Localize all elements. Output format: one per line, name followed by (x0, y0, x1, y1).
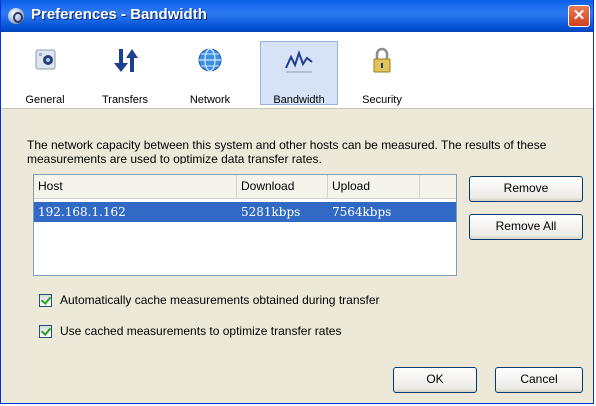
hosts-list-header: Host Download Upload (34, 175, 456, 199)
transfers-icon (114, 49, 138, 72)
ok-button[interactable]: OK (393, 367, 477, 393)
auto-cache-option[interactable]: Automatically cache measurements obtaine… (39, 292, 539, 310)
cancel-button[interactable]: Cancel (495, 367, 583, 393)
preferences-window: Preferences - Bandwidth ✕ General Transf… (0, 0, 594, 404)
tab-transfers[interactable]: Transfers (99, 41, 151, 106)
column-header-upload[interactable]: Upload (328, 175, 420, 198)
tab-security-label: Security (362, 94, 402, 106)
preferences-toolbar: General Transfers Network Bandwidth Secu… (1, 32, 593, 109)
remove-button[interactable]: Remove (469, 176, 583, 202)
upload-cell: 7564kbps (332, 205, 392, 219)
tab-transfers-label: Transfers (101, 94, 149, 106)
tab-general[interactable]: General (21, 41, 69, 106)
tab-network-label: Network (189, 94, 231, 106)
network-icon (198, 48, 222, 72)
host-cell: 192.168.1.162 (38, 205, 126, 219)
app-icon (8, 8, 24, 24)
bandwidth-icon (285, 49, 313, 73)
use-cache-option[interactable]: Use cached measurements to optimize tran… (39, 323, 539, 341)
column-header-download[interactable]: Download (237, 175, 328, 198)
title-bar[interactable]: Preferences - Bandwidth ✕ (1, 0, 593, 32)
tab-bandwidth-label: Bandwidth (273, 94, 325, 106)
tab-bandwidth[interactable]: Bandwidth (260, 41, 338, 106)
tab-security[interactable]: Security (357, 41, 407, 106)
download-cell: 5281kbps (241, 205, 301, 219)
tab-general-label: General (25, 94, 65, 106)
column-header-host[interactable]: Host (34, 175, 237, 198)
close-button[interactable]: ✕ (568, 5, 590, 27)
window-title: Preferences - Bandwidth (31, 6, 207, 23)
remove-all-button[interactable]: Remove All (469, 214, 583, 240)
use-cache-label: Use cached measurements to optimize tran… (60, 324, 342, 338)
auto-cache-label: Automatically cache measurements obtaine… (60, 293, 380, 307)
hosts-list[interactable]: Host Download Upload 192.168.1.162 5281k… (33, 174, 457, 276)
auto-cache-checkbox[interactable] (39, 294, 52, 307)
bandwidth-description: The network capacity between this system… (27, 138, 547, 164)
table-row[interactable]: 192.168.1.162 5281kbps 7564kbps (34, 202, 456, 222)
general-icon (35, 49, 56, 70)
security-icon (373, 47, 391, 73)
use-cache-checkbox[interactable] (39, 325, 52, 338)
tab-network[interactable]: Network (183, 41, 237, 106)
